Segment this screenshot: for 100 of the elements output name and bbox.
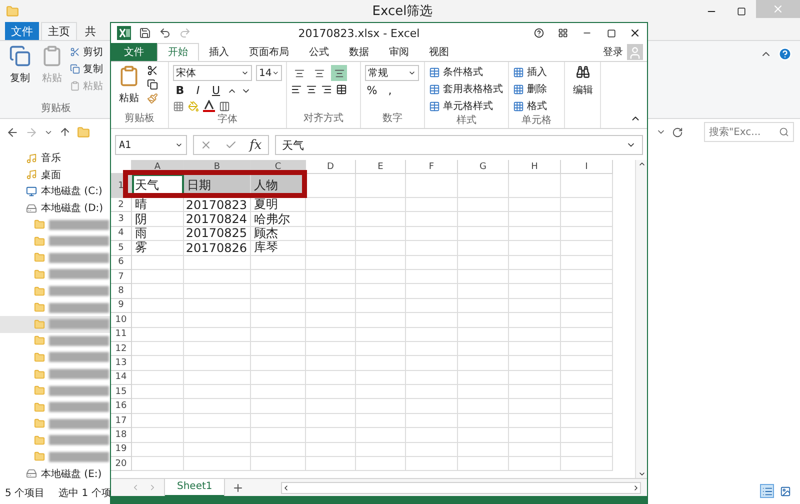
table-cell[interactable] [184,256,251,270]
table-cell[interactable] [184,428,251,443]
table-cell[interactable] [132,399,184,414]
table-cell[interactable] [251,298,306,314]
table-cell[interactable] [458,198,509,212]
row-header[interactable]: 3 [111,212,132,227]
phonetic-icon[interactable] [219,100,230,112]
table-cell[interactable] [356,356,406,371]
table-cell[interactable] [356,342,406,356]
font-style-button[interactable]: U [209,84,223,97]
table-cell[interactable] [306,284,356,299]
table-cell[interactable] [356,370,406,386]
table-cell[interactable] [184,284,251,299]
table-cell[interactable] [184,370,251,386]
table-cell[interactable] [509,256,561,270]
table-cell[interactable] [406,226,458,242]
ribbon-display-icon[interactable] [558,28,568,38]
table-cell[interactable] [406,212,458,227]
number-format-select[interactable]: 常规 [365,65,419,81]
table-cell[interactable] [458,284,509,299]
table-cell[interactable]: 库琴 [251,241,306,256]
ribbon-button[interactable]: 复制 [70,62,103,76]
table-cell[interactable] [561,284,613,299]
nav-item[interactable]: 本地磁盘 (D:) [0,200,110,216]
table-cell[interactable] [406,328,458,342]
table-cell[interactable] [509,328,561,342]
table-cell[interactable] [458,342,509,356]
close-icon[interactable] [629,27,641,39]
row-header[interactable]: 19 [111,442,132,458]
table-cell[interactable] [306,342,356,356]
table-cell[interactable] [251,428,306,443]
table-cell[interactable] [406,442,458,458]
previous-sheet-icon[interactable] [131,483,140,492]
table-cell[interactable] [184,442,251,458]
table-cell[interactable] [251,414,306,428]
table-cell[interactable] [306,298,356,314]
table-cell[interactable] [306,457,356,472]
row-header[interactable]: 9 [111,298,132,314]
table-cell[interactable] [184,356,251,371]
table-cell[interactable] [458,414,509,428]
close-button[interactable] [756,0,800,18]
table-cell[interactable] [251,270,306,284]
table-cell[interactable] [509,356,561,371]
table-cell[interactable] [132,313,184,328]
ribbon-tab[interactable]: 数据 [339,43,379,61]
table-cell[interactable] [306,428,356,443]
number-style-button[interactable]: % [365,84,379,97]
table-cell[interactable] [306,256,356,270]
table-cell[interactable] [251,256,306,270]
table-cell[interactable] [184,414,251,428]
table-cell[interactable]: 20170823 [184,198,251,212]
scroll-left-icon[interactable] [282,484,290,492]
ribbon-tab[interactable]: 视图 [419,43,459,61]
sheet-tab[interactable]: Sheet1 [165,478,224,496]
name-box[interactable]: A1 [115,135,187,155]
ribbon-button[interactable]: 剪切 [70,45,103,59]
table-cell[interactable] [509,226,561,242]
align-left-icon[interactable] [291,84,302,95]
table-cell[interactable]: 雨 [132,226,184,242]
table-cell[interactable] [132,256,184,270]
table-cell[interactable] [509,442,561,458]
table-cell[interactable] [306,226,356,242]
table-cell[interactable] [132,342,184,356]
table-cell[interactable] [184,385,251,400]
copy-icon[interactable] [147,79,158,90]
table-cell[interactable]: 雾 [132,241,184,256]
table-cell[interactable] [406,370,458,386]
align-button[interactable] [331,65,347,81]
table-cell[interactable] [458,370,509,386]
ribbon-tab[interactable]: 页面布局 [239,43,299,61]
table-cell[interactable] [406,399,458,414]
table-cell[interactable] [356,284,406,299]
table-cell[interactable] [356,385,406,400]
align-center-icon[interactable] [306,84,317,95]
row-header[interactable]: 14 [111,370,132,386]
font-size-select[interactable]: 14 [256,65,282,81]
table-cell[interactable] [561,241,613,256]
table-cell[interactable] [509,414,561,428]
table-cell[interactable] [509,270,561,284]
table-cell[interactable] [561,385,613,400]
ribbon-tab[interactable]: 文件 [111,43,157,61]
maximize-icon[interactable] [606,28,616,38]
table-cell[interactable] [356,428,406,443]
table-cell[interactable] [458,328,509,342]
table-cell[interactable] [306,370,356,386]
next-sheet-icon[interactable] [148,483,157,492]
table-cell[interactable] [561,298,613,314]
table-cell[interactable] [132,442,184,458]
ribbon-command[interactable]: 条件格式 [443,65,483,79]
table-cell[interactable]: 夏明 [251,198,306,212]
redo-icon[interactable] [179,27,191,39]
table-cell[interactable] [251,442,306,458]
table-cell[interactable] [561,399,613,414]
table-cell[interactable] [406,198,458,212]
row-header[interactable]: 15 [111,385,132,400]
table-cell[interactable] [458,174,509,198]
table-cell[interactable] [406,241,458,256]
table-cell[interactable] [458,385,509,400]
row-header[interactable]: 11 [111,328,132,342]
table-cell[interactable] [132,370,184,386]
